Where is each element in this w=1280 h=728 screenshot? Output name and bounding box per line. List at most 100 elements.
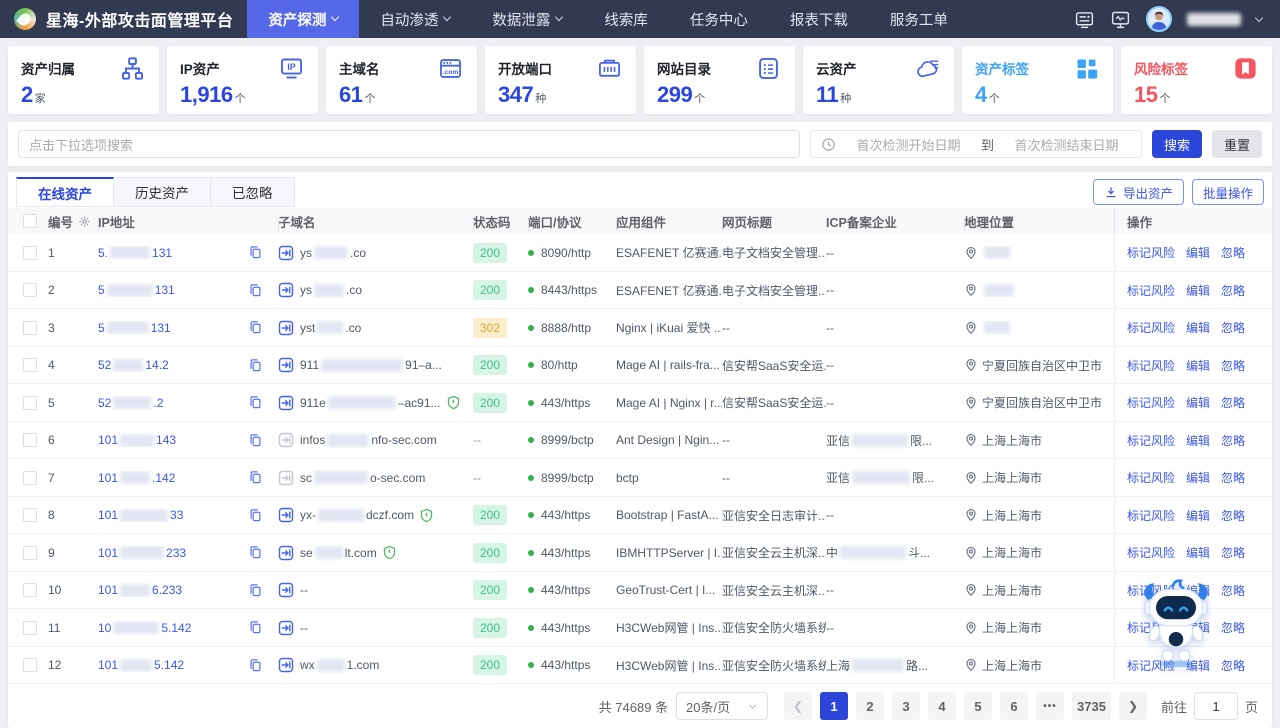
action-ignore[interactable]: 忽略	[1221, 657, 1245, 674]
page-ellipsis[interactable]: •••	[1036, 692, 1064, 720]
action-edit[interactable]: 编辑	[1186, 244, 1210, 261]
action-ignore[interactable]: 忽略	[1221, 507, 1245, 524]
search-button[interactable]: 搜索	[1152, 130, 1202, 158]
action-ignore[interactable]: 忽略	[1221, 619, 1245, 636]
ip-address[interactable]: 105.142	[98, 621, 248, 635]
search-input[interactable]: 点击下拉选项搜索	[18, 130, 800, 158]
copy-button[interactable]	[248, 470, 278, 485]
action-mark-risk[interactable]: 标记风险	[1127, 469, 1175, 486]
copy-button[interactable]	[248, 508, 278, 523]
action-mark-risk[interactable]: 标记风险	[1127, 507, 1175, 524]
action-edit[interactable]: 编辑	[1186, 319, 1210, 336]
action-ignore[interactable]: 忽略	[1221, 244, 1245, 261]
stat-card-3[interactable]: 主域名.com61个	[326, 46, 477, 114]
action-edit[interactable]: 编辑	[1186, 282, 1210, 299]
action-mark-risk[interactable]: 标记风险	[1127, 357, 1175, 374]
action-ignore[interactable]: 忽略	[1221, 432, 1245, 449]
ip-address[interactable]: 1015.142	[98, 658, 248, 672]
nav-item-3[interactable]: 数据泄露	[471, 0, 583, 38]
action-edit[interactable]: 编辑	[1186, 357, 1210, 374]
console-icon[interactable]	[1074, 9, 1095, 30]
nav-item-7[interactable]: 服务工单	[869, 0, 969, 38]
subdomain-link[interactable]: yst.co	[278, 320, 473, 336]
subdomain-link[interactable]: yx-dczf.com	[278, 507, 473, 523]
gear-icon[interactable]	[78, 215, 91, 228]
copy-button[interactable]	[248, 395, 278, 410]
page-button-4[interactable]: 4	[928, 692, 956, 720]
nav-item-5[interactable]: 任务中心	[669, 0, 769, 38]
action-mark-risk[interactable]: 标记风险	[1127, 319, 1175, 336]
action-ignore[interactable]: 忽略	[1221, 282, 1245, 299]
stat-card-1[interactable]: 资产归属2家	[8, 46, 159, 114]
action-mark-risk[interactable]: 标记风险	[1127, 544, 1175, 561]
row-checkbox[interactable]	[23, 658, 37, 672]
row-checkbox[interactable]	[23, 396, 37, 410]
user-avatar[interactable]	[1146, 6, 1172, 32]
nav-item-6[interactable]: 报表下载	[769, 0, 869, 38]
page-button-3[interactable]: 3	[892, 692, 920, 720]
assistant-mascot-robot[interactable]	[1136, 576, 1216, 668]
row-checkbox[interactable]	[23, 433, 37, 447]
ip-address[interactable]: 5131	[98, 283, 248, 297]
next-page-button[interactable]: ❯	[1119, 692, 1147, 720]
page-button-6[interactable]: 6	[1000, 692, 1028, 720]
ip-address[interactable]: 5214.2	[98, 358, 248, 372]
subdomain-link[interactable]: wx1.com	[278, 657, 473, 673]
copy-button[interactable]	[248, 433, 278, 448]
stat-card-4[interactable]: 开放端口347种	[485, 46, 636, 114]
action-ignore[interactable]: 忽略	[1221, 394, 1245, 411]
stat-card-5[interactable]: 网站目录299个	[644, 46, 795, 114]
ip-address[interactable]: 101233	[98, 546, 248, 560]
row-checkbox[interactable]	[23, 546, 37, 560]
subdomain-link[interactable]: --	[278, 620, 473, 636]
ip-address[interactable]: 52.2	[98, 396, 248, 410]
copy-button[interactable]	[248, 320, 278, 335]
copy-button[interactable]	[248, 545, 278, 560]
row-checkbox[interactable]	[23, 283, 37, 297]
action-edit[interactable]: 编辑	[1186, 469, 1210, 486]
row-checkbox[interactable]	[23, 471, 37, 485]
action-edit[interactable]: 编辑	[1186, 507, 1210, 524]
prev-page-button[interactable]: ❮	[784, 692, 812, 720]
row-checkbox[interactable]	[23, 508, 37, 522]
subdomain-link[interactable]: ys.co	[278, 245, 473, 261]
page-size-select[interactable]: 20条/页	[676, 692, 768, 720]
tab-3[interactable]: 已忽略	[211, 177, 295, 207]
nav-item-2[interactable]: 自动渗透	[359, 0, 471, 38]
action-ignore[interactable]: 忽略	[1221, 582, 1245, 599]
date-range-picker[interactable]: 首次检测开始日期 到 首次检测结束日期	[810, 130, 1142, 158]
row-checkbox[interactable]	[23, 321, 37, 335]
page-button-1[interactable]: 1	[820, 692, 848, 720]
monitor-icon[interactable]	[1110, 9, 1131, 30]
ip-address[interactable]: 1016.233	[98, 583, 248, 597]
subdomain-link[interactable]: 911e–ac91...	[278, 395, 473, 411]
action-mark-risk[interactable]: 标记风险	[1127, 244, 1175, 261]
chevron-down-icon[interactable]	[1255, 13, 1263, 21]
username-redacted[interactable]	[1187, 13, 1241, 26]
row-checkbox[interactable]	[23, 246, 37, 260]
copy-button[interactable]	[248, 658, 278, 673]
subdomain-link[interactable]: selt.com	[278, 545, 473, 561]
row-checkbox[interactable]	[23, 358, 37, 372]
action-ignore[interactable]: 忽略	[1221, 357, 1245, 374]
copy-button[interactable]	[248, 583, 278, 598]
goto-page-input[interactable]: 1	[1194, 692, 1238, 720]
reset-button[interactable]: 重置	[1212, 130, 1262, 158]
ip-address[interactable]: 5131	[98, 321, 248, 335]
batch-operation-button[interactable]: 批量操作	[1192, 179, 1264, 205]
copy-button[interactable]	[248, 620, 278, 635]
page-button-3735[interactable]: 3735	[1072, 692, 1111, 720]
row-checkbox[interactable]	[23, 583, 37, 597]
action-mark-risk[interactable]: 标记风险	[1127, 432, 1175, 449]
subdomain-link[interactable]: infosnfo-sec.com	[278, 432, 473, 448]
action-edit[interactable]: 编辑	[1186, 544, 1210, 561]
ip-address[interactable]: 101143	[98, 433, 248, 447]
subdomain-link[interactable]: 91191–a...	[278, 357, 473, 373]
ip-address[interactable]: 5.131	[98, 246, 248, 260]
action-ignore[interactable]: 忽略	[1221, 544, 1245, 561]
stat-card-6[interactable]: 云资产11种	[803, 46, 954, 114]
subdomain-link[interactable]: --	[278, 582, 473, 598]
tab-1[interactable]: 在线资产	[16, 177, 114, 207]
action-mark-risk[interactable]: 标记风险	[1127, 394, 1175, 411]
nav-item-1[interactable]: 资产探测	[247, 0, 359, 38]
